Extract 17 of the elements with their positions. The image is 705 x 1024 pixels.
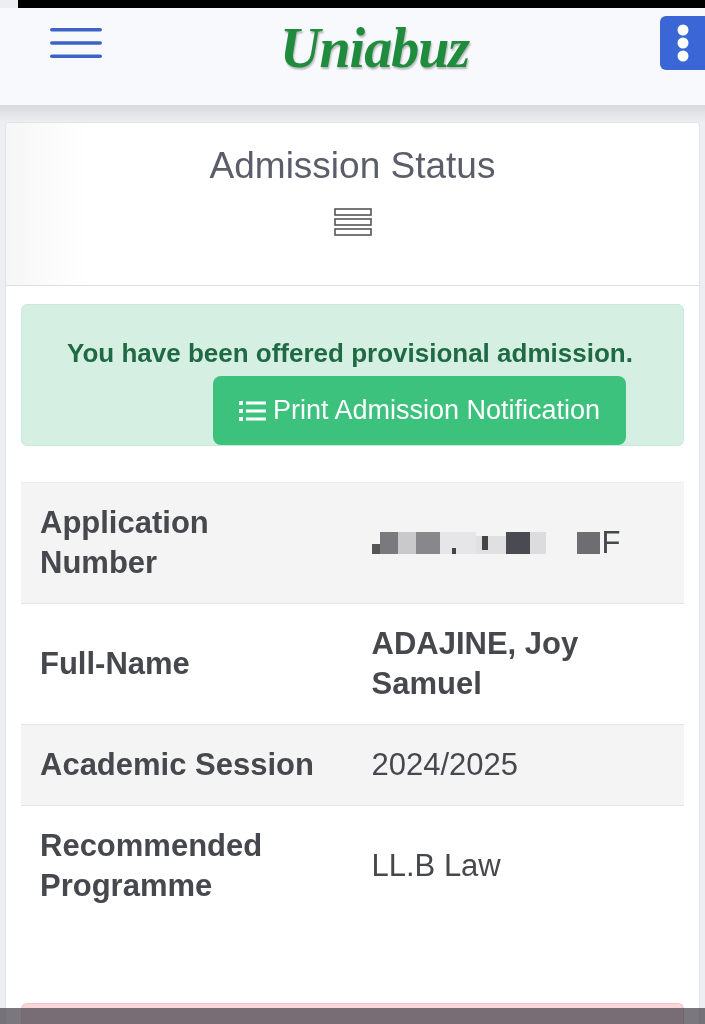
detail-label: Recommended Programme: [21, 805, 353, 926]
print-button[interactable]: Print Admission Notification: [213, 376, 627, 445]
detail-value: 2024/2025: [371, 746, 519, 784]
vertical-dots-icon: [676, 24, 689, 62]
detail-label: Academic Session: [21, 724, 353, 806]
detail-label: Full-Name: [21, 603, 353, 725]
detail-label: Application Number: [21, 482, 353, 604]
detail-value: F: [601, 524, 621, 562]
stacked-bars-icon: [333, 208, 372, 236]
site-logo[interactable]: Uniabuz: [280, 18, 470, 78]
more-options-button[interactable]: [660, 16, 705, 70]
list-icon: [239, 399, 266, 422]
alert-message: You have been offered provisional admission.: [67, 337, 633, 370]
card-title: Admission Status: [209, 144, 496, 188]
menu-icon[interactable]: [50, 28, 102, 58]
detail-value: LL.B Law: [371, 847, 501, 885]
detail-value: ADAJINE, Joy Samuel: [371, 625, 580, 703]
